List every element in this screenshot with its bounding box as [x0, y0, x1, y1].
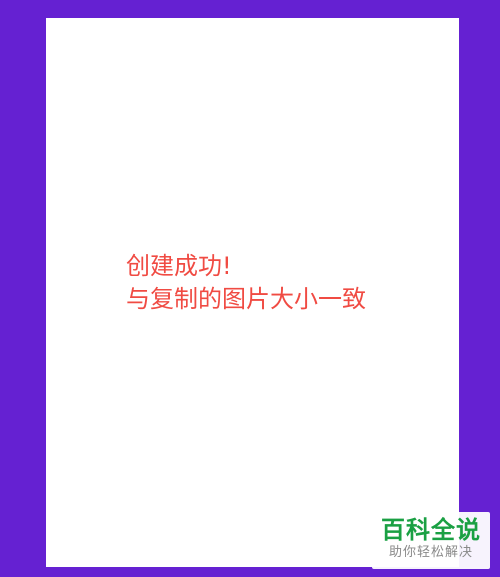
success-message-line-2: 与复制的图片大小一致	[126, 285, 366, 313]
blank-canvas: 创建成功! 与复制的图片大小一致	[46, 18, 459, 567]
watermark-subtitle: 助你轻松解决	[388, 545, 473, 560]
success-message-line-1: 创建成功!	[126, 252, 232, 280]
site-watermark: 百科全说 助你轻松解决	[372, 512, 490, 569]
success-message: 创建成功! 与复制的图片大小一致	[126, 250, 366, 316]
watermark-title: 百科全说	[381, 516, 481, 544]
